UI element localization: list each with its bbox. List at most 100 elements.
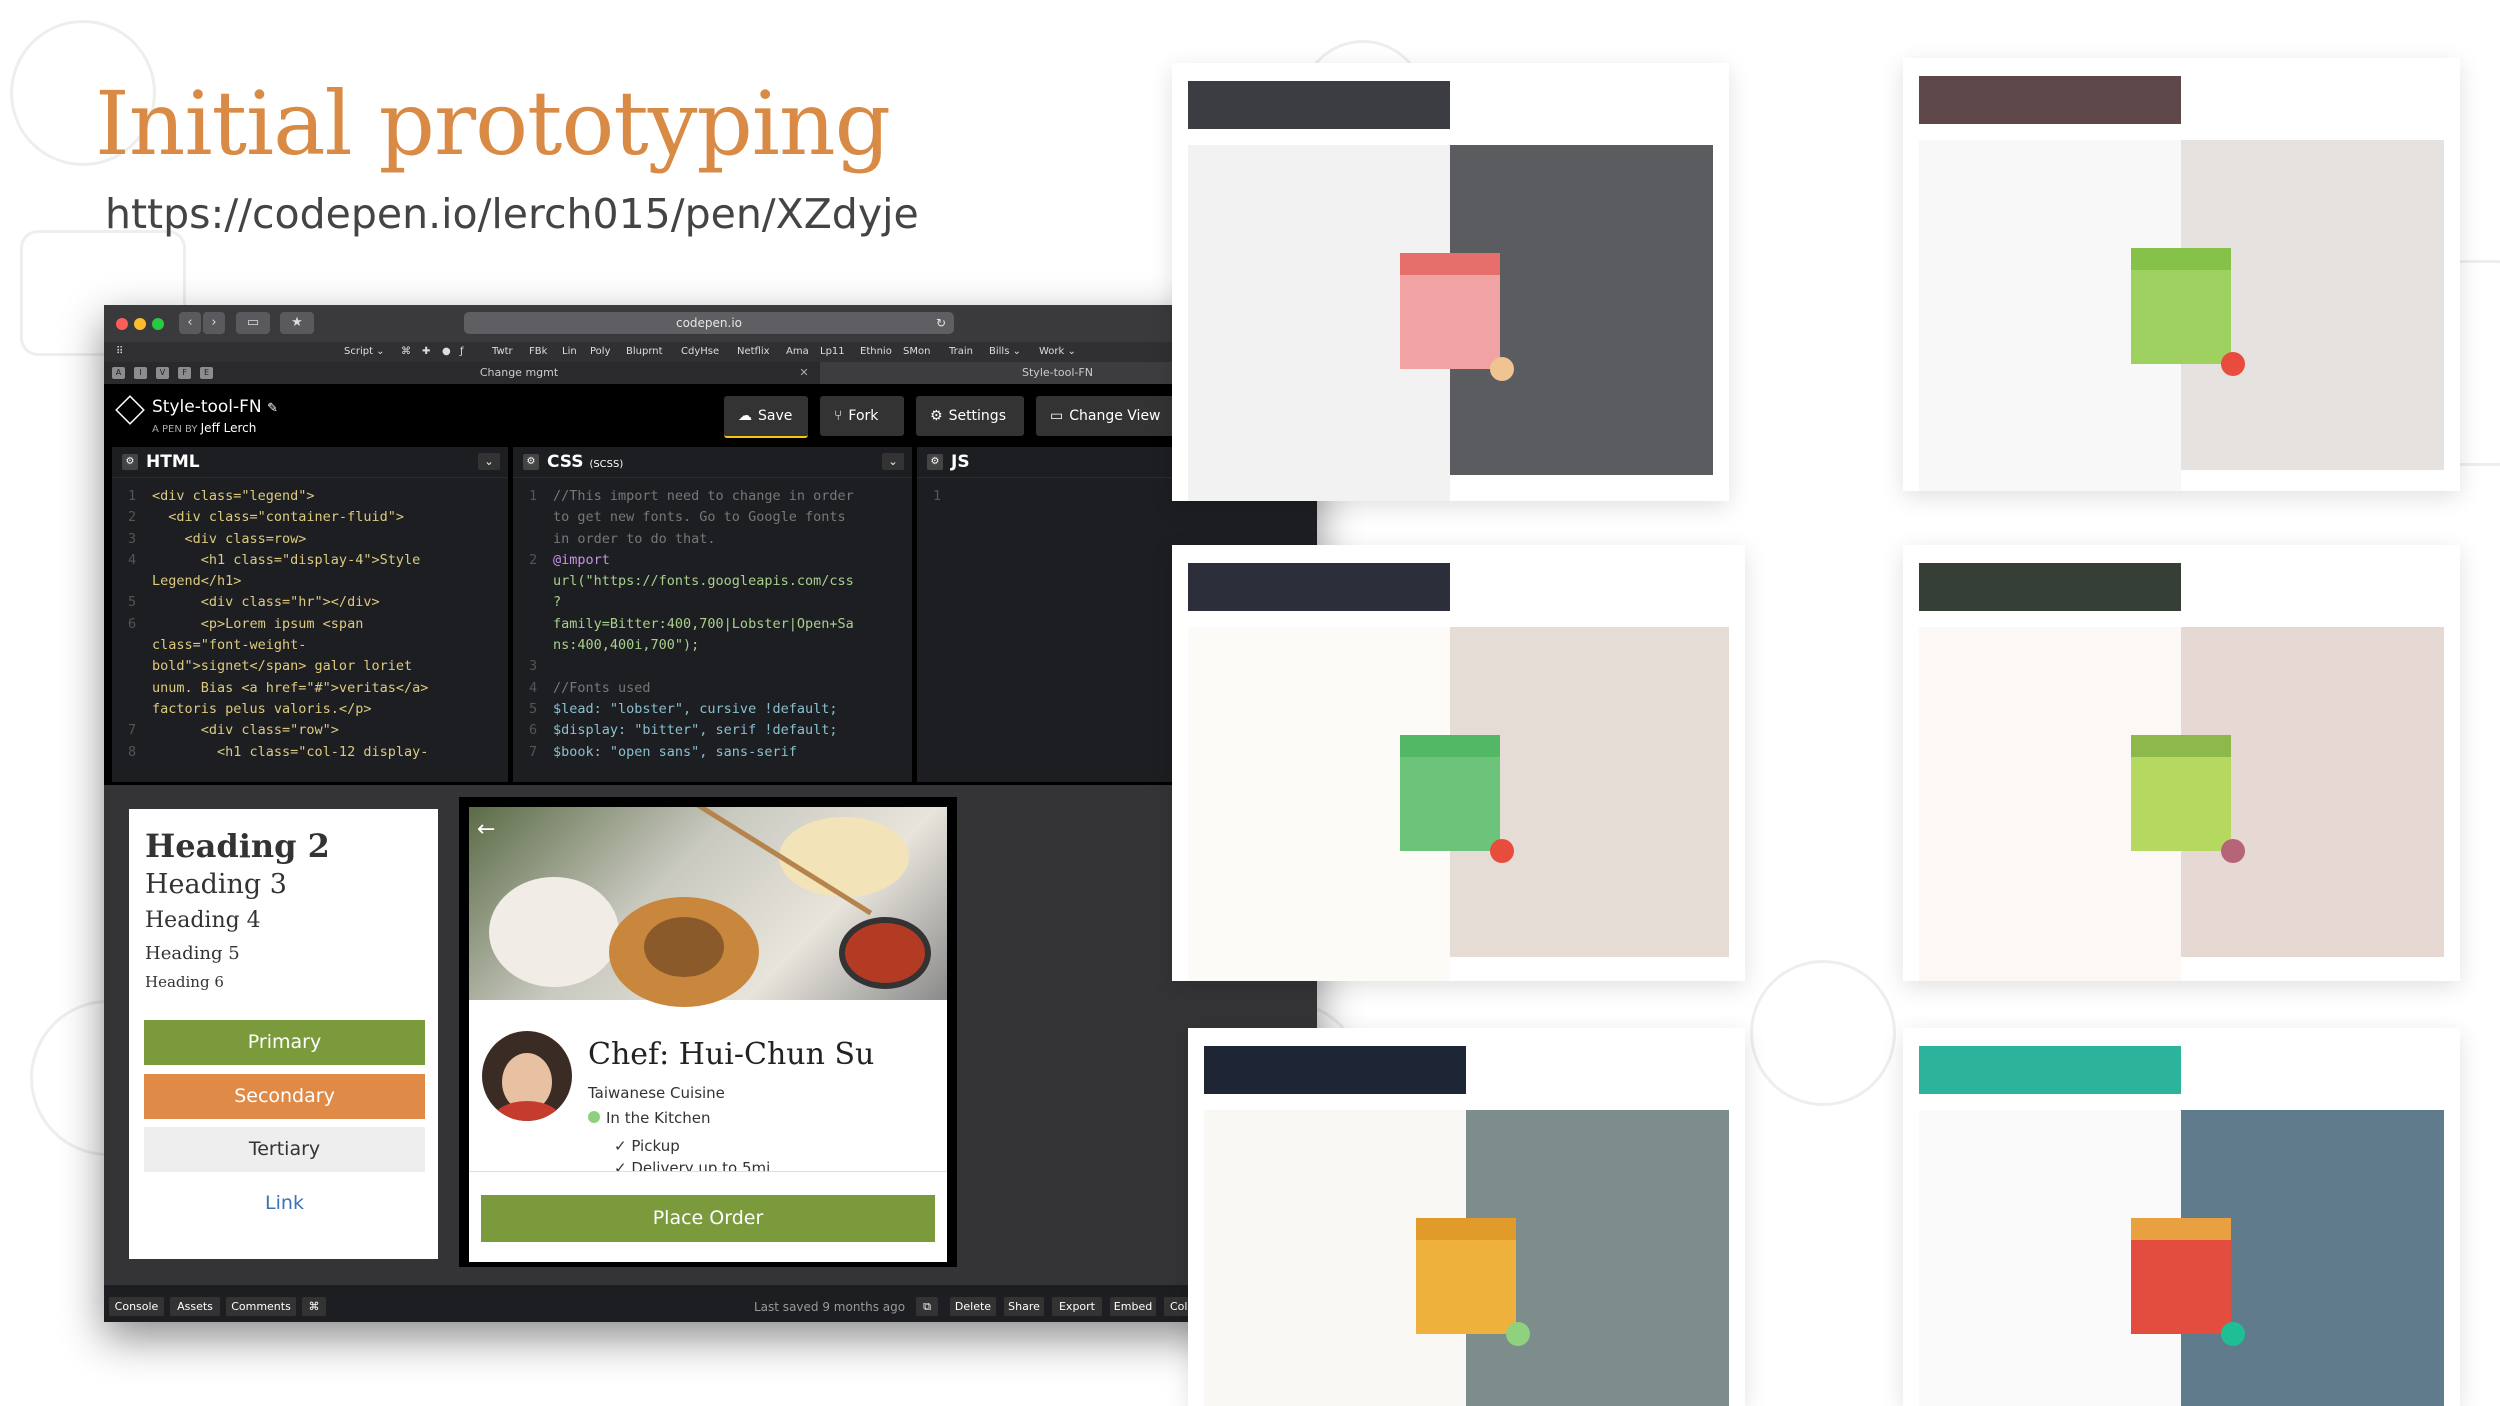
star-icon[interactable]: ★ — [280, 312, 314, 334]
code-line[interactable]: 5 <div class="hr"></div> — [128, 592, 498, 613]
bookmark-item[interactable]: ⌘ — [401, 346, 411, 357]
assets-button[interactable]: Assets — [170, 1297, 220, 1316]
bookmark-item[interactable]: Work ⌄ — [1039, 346, 1076, 357]
delete-button[interactable]: Delete — [950, 1297, 996, 1316]
code-line[interactable]: Legend</h1> — [128, 571, 498, 592]
html-code[interactable]: 1 <div class="legend"> 2 <div class="conta… — [112, 478, 508, 763]
bookmark-item[interactable]: ƒ — [460, 346, 464, 357]
bookmark-item[interactable]: Train — [949, 346, 973, 357]
place-order-button[interactable]: Place Order — [481, 1195, 935, 1242]
js-settings-gear-icon[interactable]: ⚙ — [927, 454, 943, 470]
codepen-logo-icon[interactable] — [115, 395, 145, 425]
css-settings-gear-icon[interactable]: ⚙ — [523, 454, 539, 470]
code-line[interactable]: 3 — [529, 656, 902, 677]
code-line[interactable]: ns:400,400i,700"); — [529, 635, 902, 656]
wireframe-1[interactable] — [1172, 63, 1729, 501]
wireframe-4[interactable] — [1903, 545, 2460, 981]
bookmark-item[interactable]: Twtr — [492, 346, 513, 357]
code-line[interactable]: 7 <div class="row"> — [128, 720, 498, 741]
code-line[interactable]: 1 <div class="legend"> — [128, 486, 498, 507]
bookmark-item[interactable]: FBk — [529, 346, 547, 357]
code-line[interactable]: to get new fonts. Go to Google fonts — [529, 507, 902, 528]
open-external-icon[interactable]: ⧉ — [916, 1297, 938, 1316]
code-line[interactable]: 4 //Fonts used — [529, 678, 902, 699]
code-line[interactable]: 6 $display: "bitter", serif !default; — [529, 720, 902, 741]
pen-author[interactable]: Jeff Lerch — [201, 421, 257, 435]
embed-button[interactable]: Embed — [1110, 1297, 1156, 1316]
pen-title[interactable]: Style-tool-FN — [152, 397, 262, 417]
html-editor[interactable]: ⚙ HTML ⌄ 1 <div class="legend"> 2 <div class… — [104, 447, 513, 782]
css-editor[interactable]: ⚙ CSS (SCSS) ⌄ 1 //This import need to chan… — [513, 447, 917, 782]
code-line[interactable]: 8 <h1 class="col-12 display- — [128, 742, 498, 763]
pinned-tab[interactable]: F — [178, 367, 191, 379]
code-line[interactable]: in order to do that. — [529, 529, 902, 550]
pinned-tab[interactable]: V — [156, 367, 169, 379]
code-line[interactable]: bold">signet</span> galor loriet — [128, 656, 498, 677]
code-line[interactable]: 7 $book: "open sans", sans-serif — [529, 742, 902, 763]
code-line[interactable]: ? — [529, 592, 902, 613]
code-line[interactable]: 4 <h1 class="display-4">Style — [128, 550, 498, 571]
bookmark-item[interactable]: Lin — [562, 346, 577, 357]
bookmark-item[interactable]: ● — [442, 346, 451, 357]
css-code[interactable]: 1 //This import need to change in order to… — [513, 478, 912, 763]
back-icon[interactable]: ‹ — [179, 312, 201, 334]
apps-grid-icon[interactable]: ⠿ — [116, 346, 123, 357]
css-collapse-chevron-icon[interactable]: ⌄ — [882, 453, 904, 470]
wireframe-3[interactable] — [1172, 545, 1745, 981]
forward-icon[interactable]: › — [203, 312, 225, 334]
code-line[interactable]: class="font-weight- — [128, 635, 498, 656]
bookmark-item[interactable]: Bluprnt — [626, 346, 663, 357]
wireframe-2[interactable] — [1903, 58, 2460, 491]
sidebar-icon[interactable]: ▭ — [236, 312, 270, 334]
wireframe-5[interactable] — [1188, 1028, 1745, 1406]
export-button[interactable]: Export — [1052, 1297, 1102, 1316]
code-line[interactable]: url("https://fonts.googleapis.com/css — [529, 571, 902, 592]
change-view-button[interactable]: ▭ Change View — [1036, 396, 1179, 436]
code-line[interactable]: factoris pelus valoris.</p> — [128, 699, 498, 720]
code-line[interactable]: family=Bitter:400,700|Lobster|Open+Sa — [529, 614, 902, 635]
console-button[interactable]: Console — [109, 1297, 164, 1316]
slide-url[interactable]: https://codepen.io/lerch015/pen/XZdyje — [105, 190, 919, 238]
address-bar[interactable]: codepen.io ↻ — [464, 312, 954, 334]
pinned-tab[interactable]: I — [134, 367, 147, 379]
back-arrow-icon[interactable]: ← — [477, 817, 495, 842]
code-line[interactable]: 3 <div class=row> — [128, 529, 498, 550]
bookmark-item[interactable]: CdyHse — [681, 346, 719, 357]
bookmark-item[interactable]: Netflix — [737, 346, 770, 357]
secondary-button[interactable]: Secondary — [144, 1074, 425, 1119]
tertiary-button[interactable]: Tertiary — [144, 1127, 425, 1172]
tab-change-mgmt[interactable]: Change mgmt — [224, 366, 814, 379]
primary-button[interactable]: Primary — [144, 1020, 425, 1065]
code-line[interactable]: 5 $lead: "lobster", cursive !default; — [529, 699, 902, 720]
code-line[interactable]: 6 <p>Lorem ipsum <span — [128, 614, 498, 635]
wireframe-6[interactable] — [1903, 1028, 2460, 1406]
shortcuts-button[interactable]: ⌘ — [302, 1297, 326, 1316]
save-button[interactable]: ☁ Save — [724, 396, 808, 438]
reload-icon[interactable]: ↻ — [936, 312, 946, 334]
share-button[interactable]: Share — [1004, 1297, 1044, 1316]
pinned-tab[interactable]: E — [200, 367, 213, 379]
code-line[interactable]: 1 //This import need to change in order — [529, 486, 902, 507]
code-line[interactable]: 2 <div class="container-fluid"> — [128, 507, 498, 528]
bookmark-item[interactable]: Ama — [786, 346, 809, 357]
bookmark-item[interactable]: Bills ⌄ — [989, 346, 1021, 357]
settings-button[interactable]: ⚙ Settings — [916, 396, 1024, 436]
code-line[interactable]: 2 @import — [529, 550, 902, 571]
fork-button[interactable]: ⑂ Fork — [820, 396, 904, 436]
close-window-icon[interactable] — [116, 318, 128, 330]
comments-button[interactable]: Comments — [226, 1297, 296, 1316]
minimize-window-icon[interactable] — [134, 318, 146, 330]
bookmark-item[interactable]: SMon — [903, 346, 930, 357]
html-collapse-chevron-icon[interactable]: ⌄ — [478, 453, 500, 470]
bookmark-item[interactable]: ✚ — [422, 346, 430, 357]
bookmark-item[interactable]: Script ⌄ — [344, 346, 385, 357]
pinned-tab[interactable]: A — [112, 367, 125, 379]
maximize-window-icon[interactable] — [152, 318, 164, 330]
bookmark-item[interactable]: Lp11 — [820, 346, 845, 357]
close-tab-icon[interactable]: ✕ — [794, 366, 814, 379]
html-settings-gear-icon[interactable]: ⚙ — [122, 454, 138, 470]
edit-pencil-icon[interactable]: ✎ — [267, 401, 278, 416]
bookmark-item[interactable]: Ethnio — [860, 346, 892, 357]
link-button[interactable]: Link — [144, 1181, 425, 1226]
code-line[interactable]: unum. Bias <a href="#">veritas</a> — [128, 678, 498, 699]
